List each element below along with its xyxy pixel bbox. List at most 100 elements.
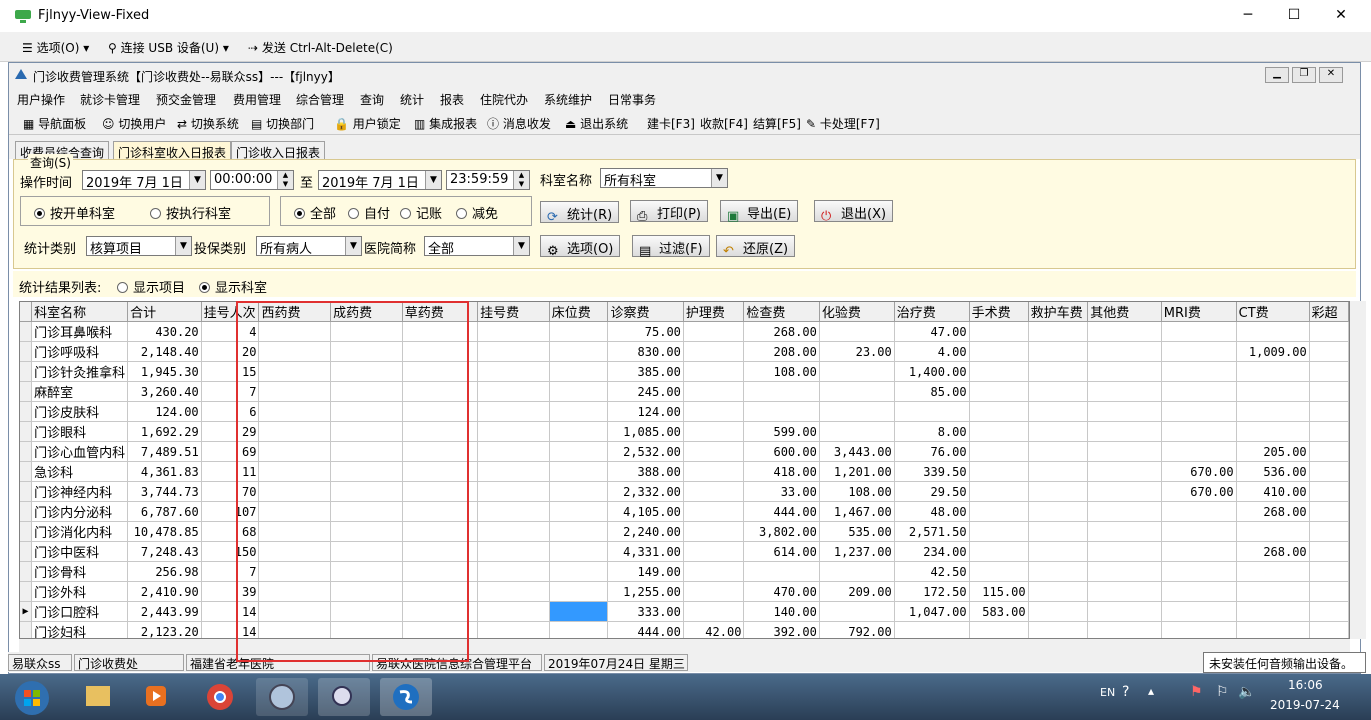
table-cell[interactable]: 205.00 bbox=[1236, 441, 1310, 462]
table-cell[interactable] bbox=[1087, 581, 1162, 602]
table-cell[interactable] bbox=[969, 381, 1029, 402]
table-row[interactable]: 急诊科 4,361.83 11 388.00 418.00 1,201.00 339.50 6… bbox=[20, 461, 1349, 482]
table-cell[interactable] bbox=[1309, 481, 1349, 502]
table-cell[interactable] bbox=[683, 601, 745, 622]
dept-name-cell[interactable]: 门诊中医科 bbox=[31, 541, 129, 562]
table-cell[interactable] bbox=[1087, 361, 1162, 382]
dept-select[interactable]: 所有科室 ▼ bbox=[600, 168, 728, 188]
time-from-input[interactable]: 00:00:00 ▲ ▼ bbox=[210, 170, 294, 190]
dept-name-cell[interactable]: 门诊神经内科 bbox=[31, 481, 129, 502]
column-header[interactable]: 化验费 bbox=[819, 302, 895, 322]
maximize-icon[interactable]: ☐ bbox=[1283, 6, 1305, 24]
table-cell[interactable]: 234.00 bbox=[894, 541, 970, 562]
table-cell[interactable]: 392.00 bbox=[743, 621, 820, 638]
filter-button[interactable]: ▤ 过滤(F) bbox=[632, 235, 710, 259]
menu-user-ops[interactable]: 用户操作 bbox=[17, 91, 65, 108]
column-header[interactable]: 挂号费 bbox=[477, 302, 550, 322]
table-cell[interactable]: 614.00 bbox=[743, 541, 820, 562]
table-cell[interactable] bbox=[819, 421, 895, 442]
app-close-icon[interactable]: ✕ bbox=[1319, 67, 1343, 83]
column-header[interactable]: 治疗费 bbox=[894, 302, 970, 322]
close-icon[interactable]: ✕ bbox=[1330, 6, 1352, 24]
table-cell[interactable] bbox=[1028, 461, 1089, 482]
table-cell[interactable] bbox=[1309, 341, 1349, 362]
option-button[interactable]: ⚙ 选项(O) bbox=[540, 235, 621, 259]
table-cell[interactable]: 268.00 bbox=[1236, 501, 1310, 522]
column-header[interactable]: 诊察费 bbox=[607, 302, 684, 322]
table-cell[interactable] bbox=[1236, 621, 1310, 638]
restore-button[interactable]: ↶ 还原(Z) bbox=[716, 235, 796, 259]
table-cell[interactable] bbox=[549, 481, 609, 502]
menu-query[interactable]: 查询 bbox=[360, 91, 384, 108]
table-cell[interactable]: 2,532.00 bbox=[607, 441, 684, 462]
viewer-menu-usb[interactable]: ⚲ 连接 USB 设备(U) ▾ bbox=[108, 39, 229, 56]
table-cell[interactable] bbox=[969, 481, 1029, 502]
table-cell[interactable] bbox=[1309, 521, 1349, 542]
menu-daily[interactable]: 日常事务 bbox=[608, 91, 656, 108]
radio-exec-dept[interactable]: 按执行科室 bbox=[150, 203, 231, 222]
table-cell[interactable]: 670.00 bbox=[1161, 481, 1237, 502]
table-row[interactable]: 门诊心血管内科 7,489.51 69 2,532.00 600.00 3,443.00 7… bbox=[20, 441, 1349, 462]
table-cell[interactable]: 76.00 bbox=[894, 441, 970, 462]
table-cell[interactable]: 2,332.00 bbox=[607, 481, 684, 502]
table-cell[interactable]: 4,105.00 bbox=[607, 501, 684, 522]
table-cell[interactable] bbox=[477, 341, 550, 362]
tab-income-daily[interactable]: 门诊收入日报表 bbox=[231, 141, 326, 160]
column-header[interactable]: 合计 bbox=[127, 302, 202, 322]
table-cell[interactable] bbox=[969, 341, 1029, 362]
table-cell[interactable] bbox=[1236, 521, 1310, 542]
table-cell[interactable]: 108.00 bbox=[819, 481, 895, 502]
table-cell[interactable] bbox=[1087, 481, 1162, 502]
network-icon[interactable]: ⚑ bbox=[1190, 684, 1203, 700]
table-cell[interactable] bbox=[1087, 321, 1162, 342]
menu-deposit[interactable]: 预交金管理 bbox=[156, 91, 216, 108]
table-cell[interactable]: 1,085.00 bbox=[607, 421, 684, 442]
tool-settle[interactable]: 结算[F5] bbox=[753, 115, 801, 132]
table-cell[interactable]: 3,744.73 bbox=[127, 481, 202, 502]
table-cell[interactable] bbox=[1161, 601, 1237, 622]
dept-name-cell[interactable]: 门诊口腔科 bbox=[31, 601, 129, 622]
table-cell[interactable] bbox=[894, 621, 970, 638]
table-cell[interactable] bbox=[1028, 361, 1089, 382]
table-vertical-scrollbar[interactable] bbox=[1350, 301, 1366, 639]
table-cell[interactable] bbox=[683, 461, 745, 482]
row-indicator[interactable] bbox=[20, 561, 33, 582]
menu-reports[interactable]: 报表 bbox=[440, 91, 464, 108]
table-cell[interactable]: 149.00 bbox=[607, 561, 684, 582]
table-cell[interactable] bbox=[1087, 601, 1162, 622]
table-cell[interactable] bbox=[969, 621, 1029, 638]
table-cell[interactable]: 4,331.00 bbox=[607, 541, 684, 562]
table-cell[interactable] bbox=[1161, 541, 1237, 562]
table-cell[interactable] bbox=[743, 381, 820, 402]
table-cell[interactable] bbox=[969, 321, 1029, 342]
row-indicator[interactable] bbox=[20, 361, 33, 382]
table-cell[interactable] bbox=[549, 461, 609, 482]
row-indicator[interactable] bbox=[20, 421, 33, 442]
stat-button[interactable]: ⟳ 统计(R) bbox=[540, 201, 620, 225]
table-cell[interactable]: 6,787.60 bbox=[127, 501, 202, 522]
table-cell[interactable] bbox=[743, 401, 820, 422]
table-cell[interactable] bbox=[1028, 581, 1089, 602]
table-cell[interactable] bbox=[549, 581, 609, 602]
table-cell[interactable]: 3,802.00 bbox=[743, 521, 820, 542]
table-cell[interactable]: 33.00 bbox=[743, 481, 820, 502]
table-row[interactable]: 门诊针灸推拿科 1,945.30 15 385.00 108.00 1,400.00 bbox=[20, 361, 1349, 382]
print-button[interactable]: ⎙ 打印(P) bbox=[630, 200, 708, 224]
tool-exit-system[interactable]: ⏏ 退出系统 bbox=[565, 115, 628, 132]
table-cell[interactable] bbox=[683, 381, 745, 402]
tab-dept-income-daily[interactable]: 门诊科室收入日报表 bbox=[113, 141, 232, 160]
table-cell[interactable] bbox=[1236, 381, 1310, 402]
table-cell[interactable] bbox=[819, 321, 895, 342]
table-cell[interactable] bbox=[1087, 561, 1162, 582]
radio-show-items[interactable]: 显示项目 bbox=[117, 277, 185, 296]
table-cell[interactable] bbox=[743, 561, 820, 582]
row-indicator[interactable] bbox=[20, 621, 33, 638]
table-cell[interactable]: 8.00 bbox=[894, 421, 970, 442]
table-cell[interactable] bbox=[549, 621, 609, 638]
clock-time[interactable]: 16:06 bbox=[1288, 678, 1323, 692]
table-cell[interactable] bbox=[1236, 561, 1310, 582]
table-cell[interactable] bbox=[1087, 621, 1162, 638]
dept-name-cell[interactable]: 门诊内分泌科 bbox=[31, 501, 129, 522]
table-cell[interactable] bbox=[819, 561, 895, 582]
table-cell[interactable]: 115.00 bbox=[969, 581, 1029, 602]
